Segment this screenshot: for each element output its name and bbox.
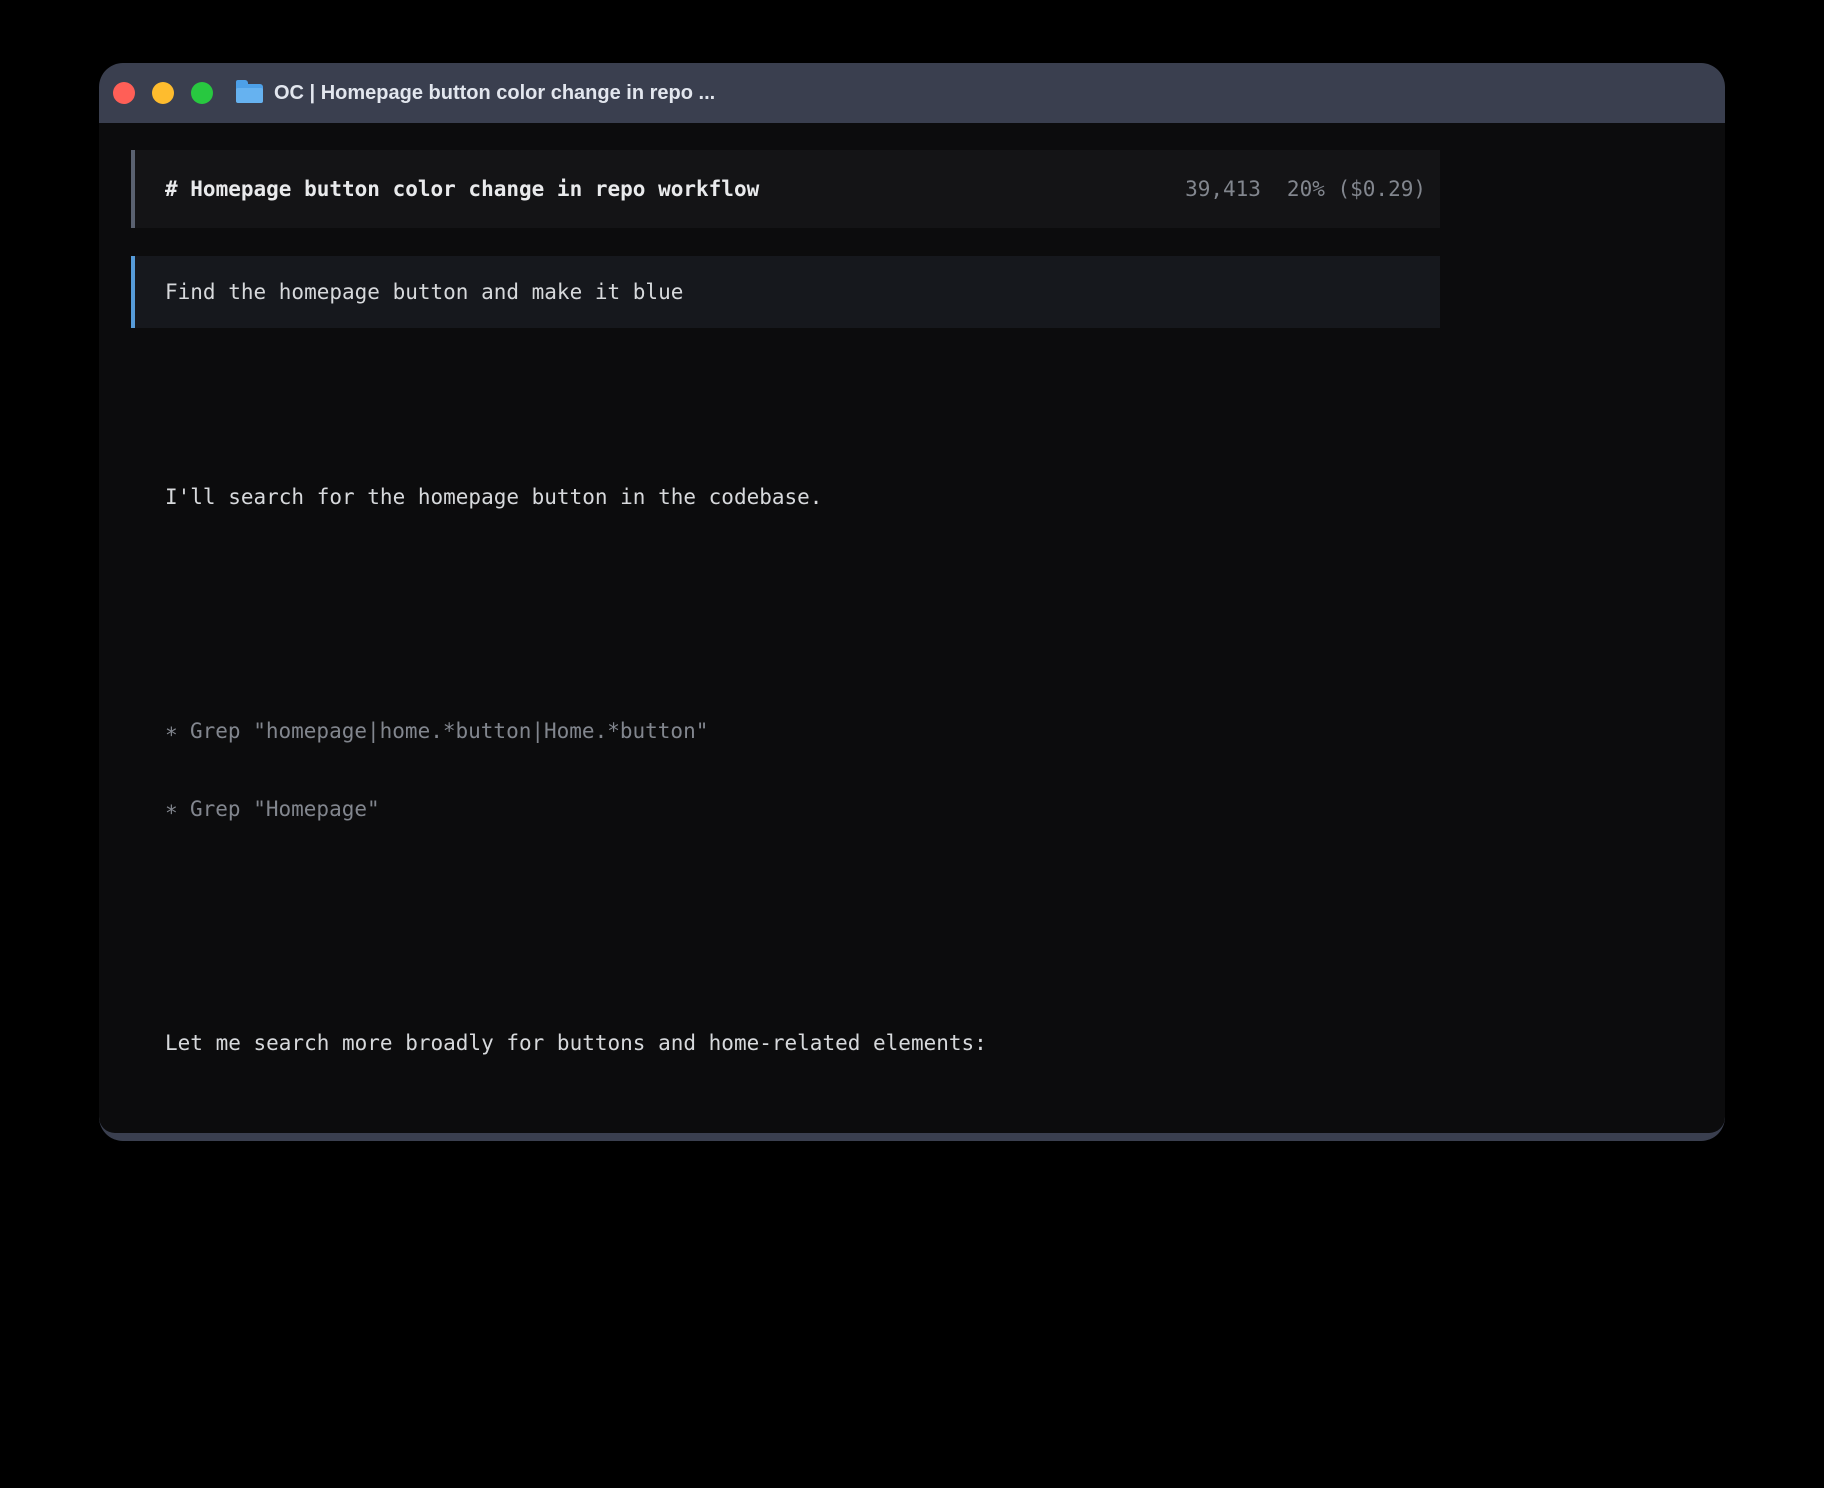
- session-stats: 39,413 20% ($0.29): [1185, 177, 1426, 201]
- tool-call-grep: ∗Grep "Homepage": [165, 796, 1440, 822]
- session-content: # Homepage button color change in repo w…: [131, 150, 1440, 1133]
- user-message-text: Find the homepage button and make it blu…: [165, 280, 683, 304]
- assistant-transcript: I'll search for the homepage button in t…: [131, 354, 1440, 1133]
- close-button[interactable]: [113, 82, 135, 104]
- traffic-lights: [113, 82, 213, 104]
- tool-call-label: Grep "Homepage": [190, 797, 380, 821]
- assistant-paragraph: Let me search more broadly for buttons a…: [165, 1030, 1440, 1056]
- token-count: 39,413: [1185, 177, 1261, 201]
- asterisk-icon: ∗: [165, 796, 190, 822]
- minimize-button[interactable]: [152, 82, 174, 104]
- context-usage: 20% ($0.29): [1287, 177, 1426, 201]
- tool-call-grep: ∗Grep "homepage|home.*button|Home.*butto…: [165, 718, 1440, 744]
- titlebar[interactable]: OC | Homepage button color change in rep…: [99, 63, 1725, 123]
- asterisk-icon: ∗: [165, 718, 190, 744]
- terminal-window: OC | Homepage button color change in rep…: [99, 63, 1725, 1141]
- user-message: Find the homepage button and make it blu…: [131, 256, 1440, 328]
- session-header: # Homepage button color change in repo w…: [131, 150, 1440, 228]
- assistant-paragraph: I'll search for the homepage button in t…: [165, 484, 1440, 510]
- session-title: # Homepage button color change in repo w…: [165, 177, 759, 201]
- tool-call-label: Grep "homepage|home.*button|Home.*button…: [190, 719, 708, 743]
- folder-icon: [236, 84, 263, 103]
- zoom-button[interactable]: [191, 82, 213, 104]
- window-title: OC | Homepage button color change in rep…: [274, 82, 715, 105]
- terminal-screen: # Homepage button color change in repo w…: [99, 123, 1725, 1133]
